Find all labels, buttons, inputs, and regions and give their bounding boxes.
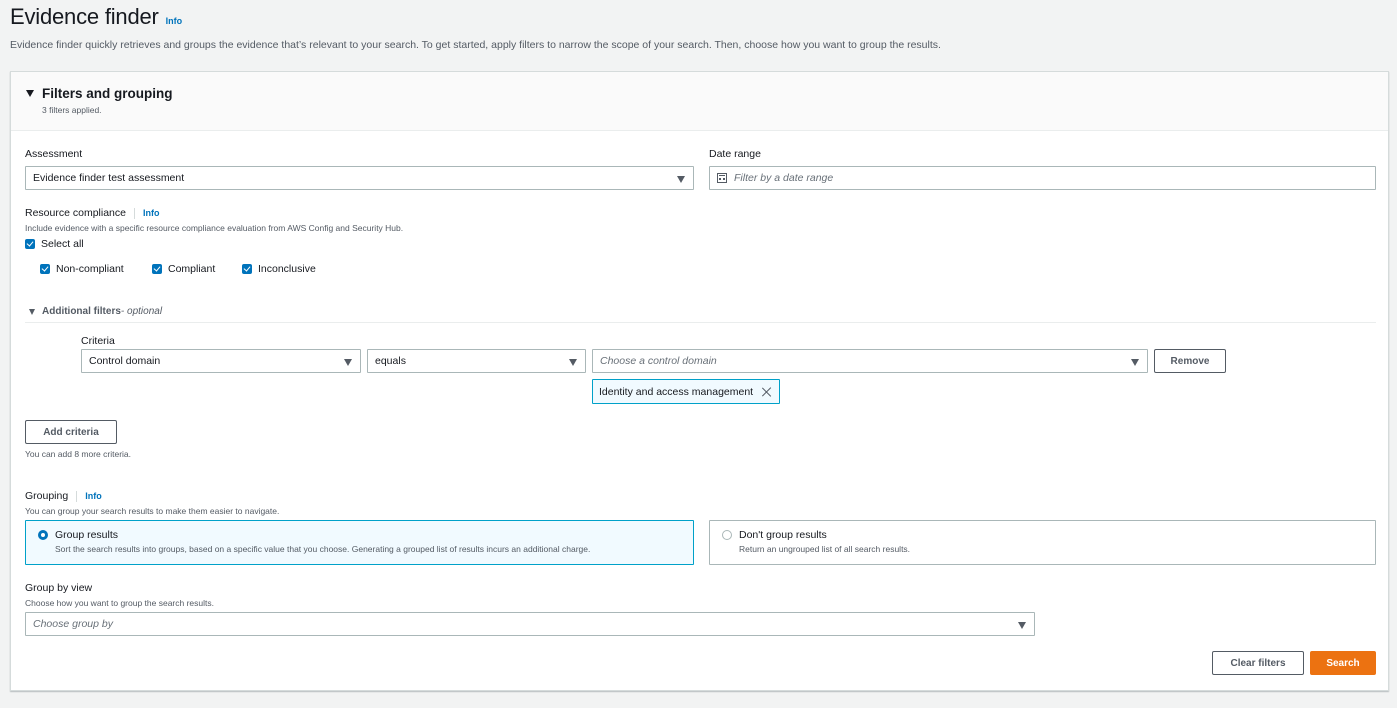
page-info-link[interactable]: Info [166,16,183,26]
additional-filters-toggle[interactable]: Additional filters - optional [29,306,162,317]
add-criteria-button[interactable]: Add criteria [25,420,117,444]
assessment-select[interactable]: Evidence finder test assessment [25,166,694,190]
compliant-checkbox[interactable]: Compliant [152,263,215,275]
resource-compliance-description: Include evidence with a specific resourc… [25,223,404,233]
resource-compliance-label: Resource compliance [25,207,126,219]
radio-selected-icon [38,530,48,540]
control-domain-placeholder: Choose a control domain [600,355,717,367]
grouping-header: Grouping Info [25,490,102,502]
clear-filters-button[interactable]: Clear filters [1212,651,1304,675]
date-range-placeholder: Filter by a date range [734,172,834,184]
criteria-operator-value: equals [375,355,406,367]
additional-filters-title: Additional filters [42,306,121,317]
checkbox-checked-icon [25,239,35,249]
calendar-icon [717,173,727,183]
compliant-label: Compliant [168,263,216,275]
dont-group-results-title: Don't group results [739,529,827,541]
checkbox-checked-icon [242,264,252,274]
panel-subtitle: 3 filters applied. [42,105,102,115]
dropdown-arrow-icon [344,359,352,366]
group-by-placeholder: Choose group by [33,618,113,630]
caret-down-icon [26,90,34,97]
criteria-label: Criteria [81,335,115,347]
criteria-field-value: Control domain [89,355,161,367]
non-compliant-checkbox[interactable]: Non-compliant [40,263,124,275]
select-all-label: Select all [41,238,84,250]
filters-and-grouping-panel: Filters and grouping 3 filters applied. … [10,71,1389,691]
token-label: Identity and access management [599,385,754,398]
group-by-select[interactable]: Choose group by [25,612,1035,636]
dropdown-arrow-icon [677,176,685,183]
non-compliant-label: Non-compliant [56,263,124,275]
assessment-label: Assessment [25,148,83,160]
assessment-value: Evidence finder test assessment [33,172,185,184]
panel-header: Filters and grouping 3 filters applied. [11,72,1388,131]
inconclusive-checkbox[interactable]: Inconclusive [242,263,316,275]
group-results-tile[interactable]: Group results Sort the search results in… [25,520,694,565]
dropdown-arrow-icon [1018,622,1026,629]
dont-group-results-description: Return an ungrouped list of all search r… [739,544,911,554]
remove-criteria-button[interactable]: Remove [1154,349,1226,373]
resource-compliance-header: Resource compliance Info [25,207,159,219]
grouping-description: You can group your search results to mak… [25,506,280,516]
page-header: Evidence finder Info Evidence finder qui… [10,4,1387,51]
group-by-label: Group by view [25,582,93,594]
panel-toggle[interactable]: Filters and grouping [26,86,1388,101]
group-by-description: Choose how you want to group the search … [25,598,214,608]
panel-title: Filters and grouping [42,86,173,101]
caret-down-icon [29,308,35,315]
select-all-checkbox[interactable]: Select all [25,238,84,250]
control-domain-select[interactable]: Choose a control domain [592,349,1148,373]
checkbox-checked-icon [152,264,162,274]
divider [25,322,1376,323]
divider [133,207,135,219]
additional-filters-optional: - optional [120,306,163,317]
add-criteria-hint: You can add 8 more criteria. [25,449,131,459]
dropdown-arrow-icon [1131,359,1139,366]
criteria-operator-select[interactable]: equals [367,349,586,373]
search-button[interactable]: Search [1310,651,1376,675]
grouping-label: Grouping [25,490,69,502]
checkbox-checked-icon [40,264,50,274]
control-domain-token: Identity and access management [592,379,781,404]
date-range-label: Date range [709,148,761,160]
date-range-input[interactable]: Filter by a date range [709,166,1376,190]
inconclusive-label: Inconclusive [258,263,316,275]
group-results-description: Sort the search results into groups, bas… [55,544,591,554]
criteria-field-select[interactable]: Control domain [81,349,361,373]
page-title: Evidence finder [10,4,159,29]
grouping-info-link[interactable]: Info [85,491,102,501]
page-description: Evidence finder quickly retrieves and gr… [10,39,941,51]
dropdown-arrow-icon [569,359,577,366]
close-icon[interactable] [761,386,773,398]
radio-unselected-icon [722,530,732,540]
divider [76,490,78,502]
group-results-title: Group results [55,529,119,541]
resource-compliance-info-link[interactable]: Info [143,208,160,218]
dont-group-results-tile[interactable]: Don't group results Return an ungrouped … [709,520,1376,565]
